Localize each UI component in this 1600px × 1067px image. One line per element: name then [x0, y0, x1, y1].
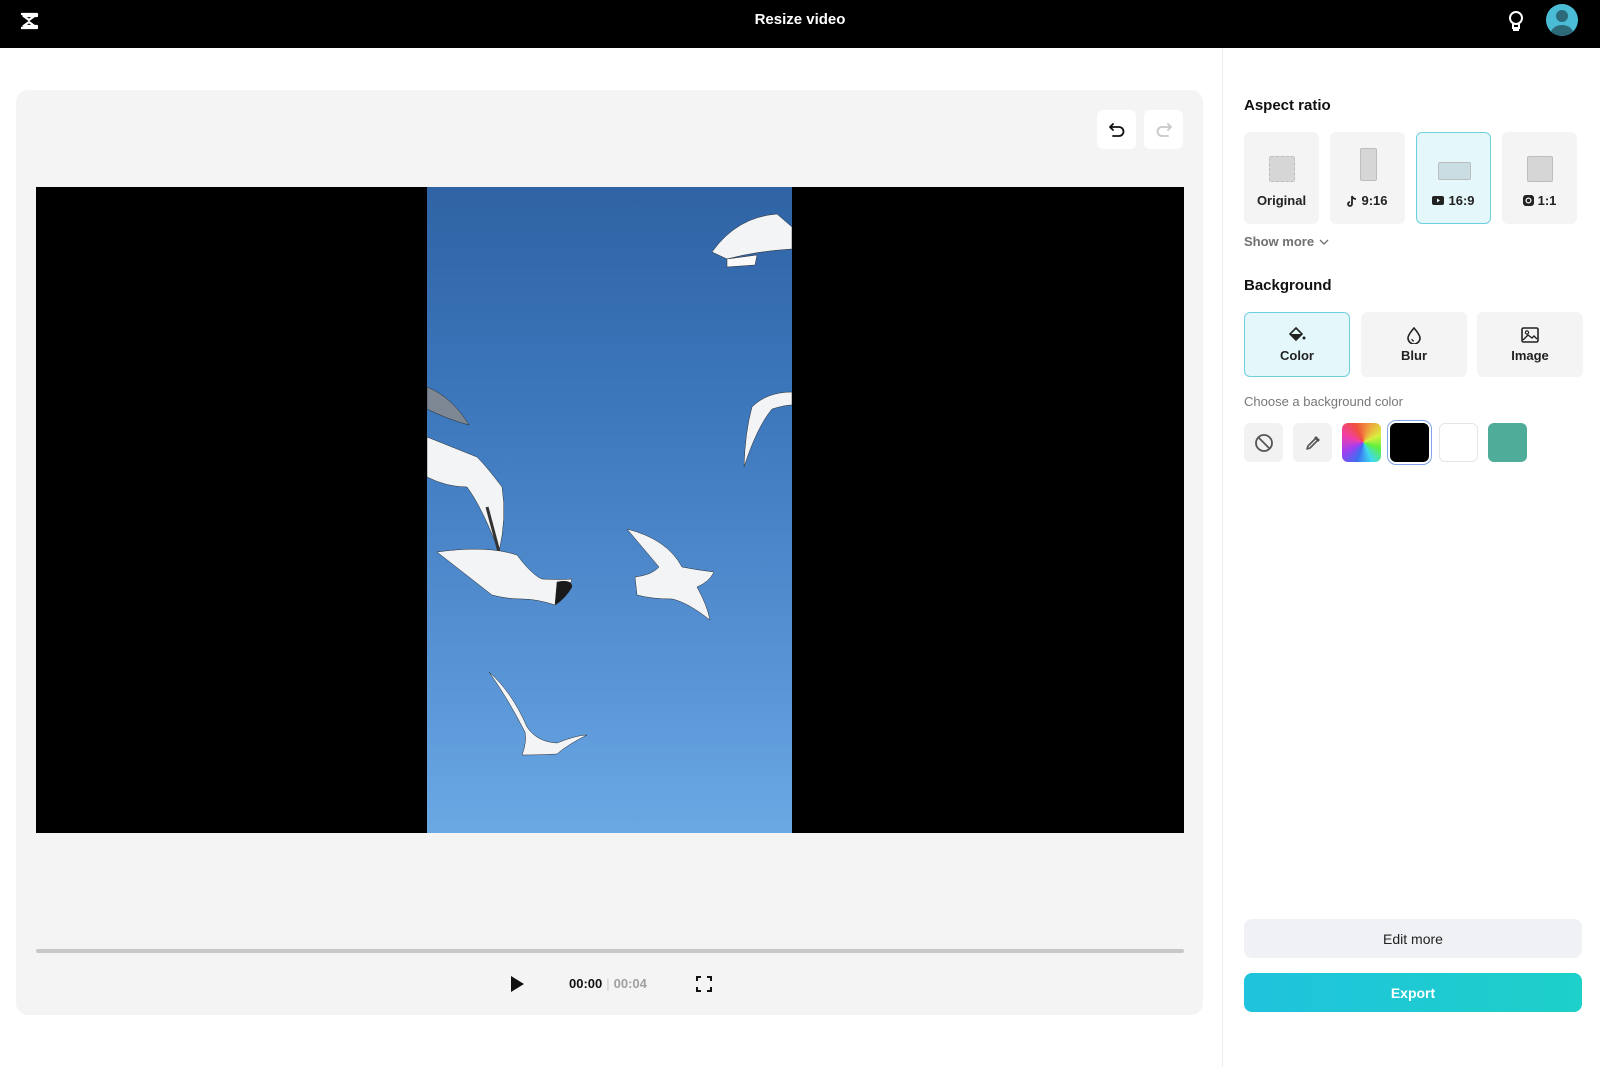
background-option-color[interactable]: Color: [1244, 312, 1350, 377]
play-icon: [511, 976, 524, 992]
ratio-preview-shape: [1527, 156, 1553, 182]
image-icon: [1521, 327, 1539, 343]
ratio-option-1-1[interactable]: 1:1: [1502, 132, 1577, 224]
fullscreen-icon: [696, 976, 712, 992]
play-button[interactable]: [506, 973, 528, 995]
duration: 00:04: [613, 976, 647, 991]
ratio-preview-shape: [1269, 156, 1295, 182]
background-color-hint: Choose a background color: [1244, 394, 1403, 409]
swatch-custom-gradient[interactable]: [1342, 423, 1381, 462]
aspect-ratio-title: Aspect ratio: [1244, 97, 1331, 114]
swatch-black[interactable]: [1390, 423, 1429, 462]
swatch-no-color[interactable]: [1244, 423, 1283, 462]
ratio-option-9-16[interactable]: 9:16: [1330, 132, 1405, 224]
lightbulb-icon[interactable]: [1506, 9, 1526, 33]
instagram-icon: [1522, 195, 1534, 206]
ratio-label: 9:16: [1331, 193, 1404, 208]
top-bar: Resize video: [0, 0, 1600, 48]
capcut-logo-icon[interactable]: [17, 9, 41, 33]
undo-button[interactable]: [1097, 110, 1136, 149]
playback-progress-bar[interactable]: [36, 949, 1184, 953]
ratio-option-16-9[interactable]: 16:9: [1416, 132, 1491, 224]
playback-time: 00:00 | 00:04: [569, 976, 647, 991]
ratio-label: 16:9: [1417, 193, 1490, 208]
redo-icon: [1156, 122, 1172, 137]
paint-bucket-icon: [1288, 327, 1306, 342]
swatch-teal[interactable]: [1488, 423, 1527, 462]
video-frame-seagulls: [427, 187, 792, 833]
background-title: Background: [1244, 277, 1332, 294]
export-button[interactable]: Export: [1244, 973, 1582, 1012]
ratio-label: 1:1: [1503, 193, 1576, 208]
fullscreen-button[interactable]: [694, 974, 714, 994]
show-more-button[interactable]: Show more: [1244, 234, 1329, 249]
background-option-image[interactable]: Image: [1477, 312, 1583, 377]
current-time: 00:00: [569, 976, 603, 991]
swatch-eyedropper[interactable]: [1293, 423, 1332, 462]
ratio-label: Original: [1256, 193, 1307, 208]
eyedropper-icon: [1305, 435, 1320, 450]
page-title: Resize video: [754, 11, 846, 28]
undo-icon: [1108, 122, 1124, 137]
edit-more-button[interactable]: Edit more: [1244, 919, 1582, 958]
ratio-preview-shape: [1438, 162, 1471, 180]
panel-divider: [1222, 48, 1223, 1067]
tiktok-icon: [1347, 195, 1357, 207]
redo-button[interactable]: [1144, 110, 1183, 149]
ratio-option-original[interactable]: Original: [1244, 132, 1319, 224]
time-separator: |: [606, 976, 610, 991]
user-avatar-icon[interactable]: [1546, 4, 1578, 36]
ratio-preview-shape: [1360, 148, 1377, 181]
no-color-icon: [1254, 433, 1273, 452]
background-option-blur[interactable]: Blur: [1361, 312, 1467, 377]
droplet-icon: [1407, 327, 1421, 344]
swatch-white[interactable]: [1439, 423, 1478, 462]
youtube-icon: [1432, 196, 1445, 205]
video-preview[interactable]: [36, 187, 1184, 833]
chevron-down-icon: [1319, 239, 1329, 245]
